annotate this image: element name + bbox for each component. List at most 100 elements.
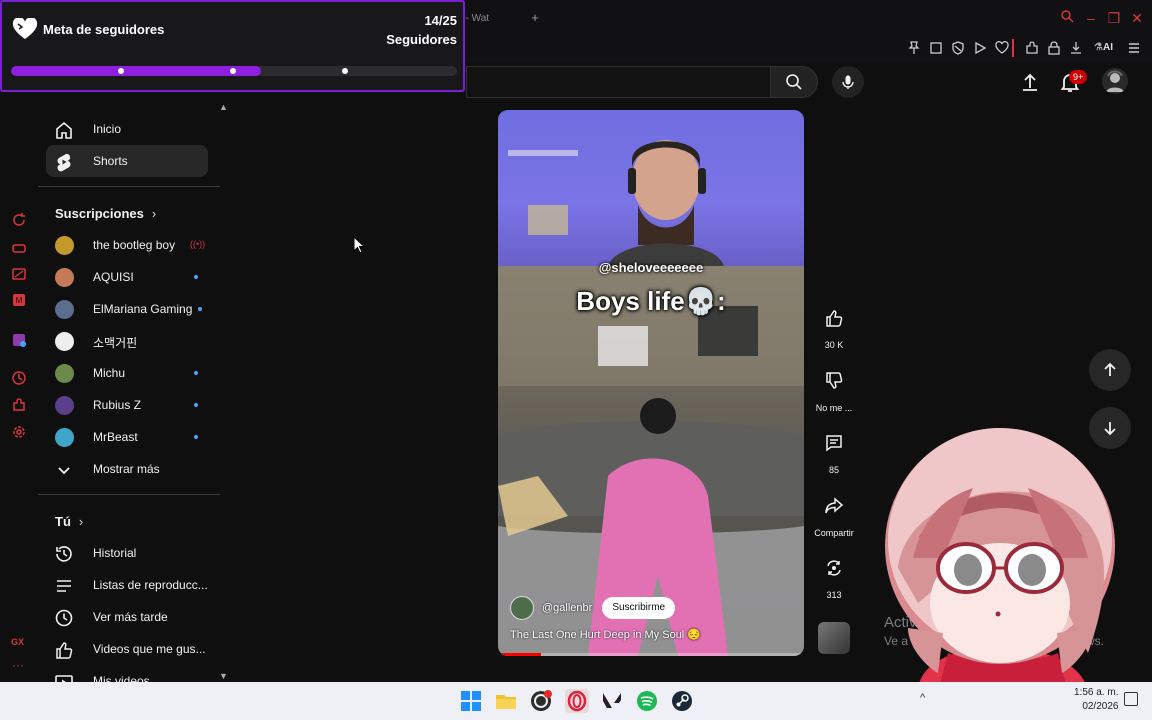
- vpn-lock-icon[interactable]: [1046, 40, 1062, 56]
- short-video-player[interactable]: @sheloveeeeeee Boys life💀: @gallenbr Sus…: [498, 110, 804, 656]
- search-tabs-icon[interactable]: [1060, 9, 1078, 27]
- upload-button[interactable]: [1018, 70, 1042, 94]
- sidebar-item-subscription[interactable]: Michu: [46, 357, 208, 389]
- snapshot-icon[interactable]: [928, 40, 944, 56]
- subscriptions-heading[interactable]: Suscripciones ›: [55, 206, 156, 221]
- menu-icon[interactable]: [1126, 40, 1142, 56]
- dislike-button[interactable]: [816, 363, 852, 399]
- watch-later-icon: [54, 608, 74, 628]
- sidebar-item-subscription[interactable]: AQUISI: [46, 261, 208, 293]
- video-progress-bar[interactable]: [498, 653, 804, 656]
- gx-logo: GX: [11, 637, 25, 647]
- channel-name[interactable]: @gallenbr: [542, 602, 592, 614]
- divider: [38, 186, 220, 187]
- extensions-icon[interactable]: [1024, 40, 1040, 56]
- new-tab-button[interactable]: +: [526, 8, 544, 28]
- share-button[interactable]: [816, 488, 852, 524]
- remix-button[interactable]: [816, 550, 852, 586]
- vtuber-avatar: [885, 428, 1115, 692]
- minimize-button[interactable]: –: [1082, 9, 1100, 27]
- maximize-button[interactable]: ❐: [1105, 9, 1123, 27]
- sidebar-item-my-videos[interactable]: Mis videos: [46, 665, 208, 682]
- heart-icon[interactable]: [994, 40, 1010, 56]
- sidebar-item-label: Listas de reproducc...: [93, 578, 208, 592]
- subscription-name: Rubius Z: [93, 398, 142, 412]
- channel-avatar[interactable]: [510, 596, 534, 620]
- system-clock[interactable]: 1:56 a. m. 02/2026: [1074, 686, 1118, 714]
- sidebar-item-subscription[interactable]: Rubius Z: [46, 389, 208, 421]
- subscription-name: Michu: [93, 366, 126, 380]
- extensions-sidebar-icon[interactable]: [11, 397, 27, 413]
- previous-short-button[interactable]: [1089, 349, 1131, 391]
- sidebar-scroll-down[interactable]: ▼: [219, 671, 228, 681]
- close-button[interactable]: ✕: [1128, 9, 1146, 27]
- avatar: [55, 268, 74, 287]
- sidebar-item-history[interactable]: Historial: [46, 537, 208, 569]
- like-button[interactable]: [816, 300, 852, 336]
- history-sidebar-icon[interactable]: [11, 370, 27, 386]
- sidebar-item-subscription[interactable]: 소맥거핀: [46, 325, 208, 357]
- you-heading[interactable]: Tú ›: [55, 514, 83, 529]
- notification-center-icon[interactable]: [1124, 692, 1138, 706]
- sidebar-item-liked-videos[interactable]: Videos que me gus...: [46, 633, 208, 665]
- valorant-icon[interactable]: [600, 689, 624, 713]
- new-content-dot: [194, 371, 198, 375]
- search-button[interactable]: [770, 66, 818, 98]
- pin-icon[interactable]: [906, 40, 922, 56]
- download-icon[interactable]: [1068, 40, 1084, 56]
- twitch-icon[interactable]: [11, 332, 27, 348]
- gaming-icon[interactable]: [11, 240, 27, 256]
- adblock-icon[interactable]: [950, 40, 966, 56]
- goal-title: Meta de seguidores: [43, 22, 165, 37]
- comments-button[interactable]: [816, 425, 852, 461]
- more-dots-icon[interactable]: ···: [12, 658, 24, 672]
- dislike-label: No me ...: [815, 403, 853, 413]
- show-more-button[interactable]: Mostrar más: [46, 453, 208, 485]
- sidebar-item-home[interactable]: Inicio: [46, 113, 208, 145]
- obs-icon[interactable]: [529, 689, 553, 713]
- tray-overflow-chevron[interactable]: ^: [920, 692, 925, 704]
- video-title[interactable]: The Last One Hurt Deep in My Soul 😔: [510, 628, 701, 641]
- subscription-name: 소맥거핀: [93, 336, 138, 350]
- shorts-icon: [54, 152, 74, 172]
- dislike-action[interactable]: No me ...: [808, 363, 860, 413]
- subscribe-button[interactable]: Suscribirme: [602, 597, 676, 619]
- player-icon[interactable]: [972, 40, 988, 56]
- tickets-icon[interactable]: [11, 266, 27, 282]
- new-content-dot: [194, 275, 198, 279]
- follower-goal-widget: Meta de seguidores 14/25 Seguidores: [0, 0, 465, 92]
- sidebar-item-subscription[interactable]: the bootleg boy ((•)): [46, 229, 208, 261]
- sound-thumbnail[interactable]: [818, 622, 850, 654]
- account-avatar[interactable]: [1102, 68, 1128, 94]
- mail-icon[interactable]: M: [11, 292, 27, 308]
- share-action[interactable]: Compartir: [808, 488, 860, 538]
- spotify-icon[interactable]: [635, 689, 659, 713]
- sidebar-item-shorts[interactable]: Shorts: [46, 145, 208, 177]
- voice-search-button[interactable]: [832, 66, 864, 98]
- file-explorer-icon[interactable]: [494, 689, 518, 713]
- remix-count: 313: [826, 590, 842, 600]
- windows-start-icon[interactable]: [459, 689, 483, 713]
- refresh-icon[interactable]: [11, 212, 27, 228]
- sidebar-item-subscription[interactable]: MrBeast: [46, 421, 208, 453]
- sidebar-item-playlists[interactable]: Listas de reproducc...: [46, 569, 208, 601]
- avatar: [55, 428, 74, 447]
- aria-ai-button[interactable]: ⚗AI: [1094, 38, 1113, 58]
- comments-action[interactable]: 85: [808, 425, 860, 475]
- comment-icon: [826, 435, 842, 452]
- avatar: [55, 364, 74, 383]
- new-content-dot: [194, 403, 198, 407]
- upload-icon: [1023, 73, 1037, 91]
- settings-icon[interactable]: [11, 424, 27, 440]
- divider: [38, 494, 220, 495]
- arrow-up-icon: [1104, 362, 1116, 376]
- mouse-cursor-icon: [353, 236, 365, 254]
- steam-icon[interactable]: [670, 689, 694, 713]
- sidebar-item-subscription[interactable]: ElMariana Gaming: [46, 293, 208, 325]
- like-action[interactable]: 30 K: [808, 300, 860, 350]
- remix-action[interactable]: 313: [808, 550, 860, 600]
- search-input[interactable]: [466, 66, 770, 98]
- opera-gx-icon[interactable]: [565, 689, 589, 713]
- subscription-name: ElMariana Gaming: [93, 302, 193, 316]
- sidebar-item-watch-later[interactable]: Ver más tarde: [46, 601, 208, 633]
